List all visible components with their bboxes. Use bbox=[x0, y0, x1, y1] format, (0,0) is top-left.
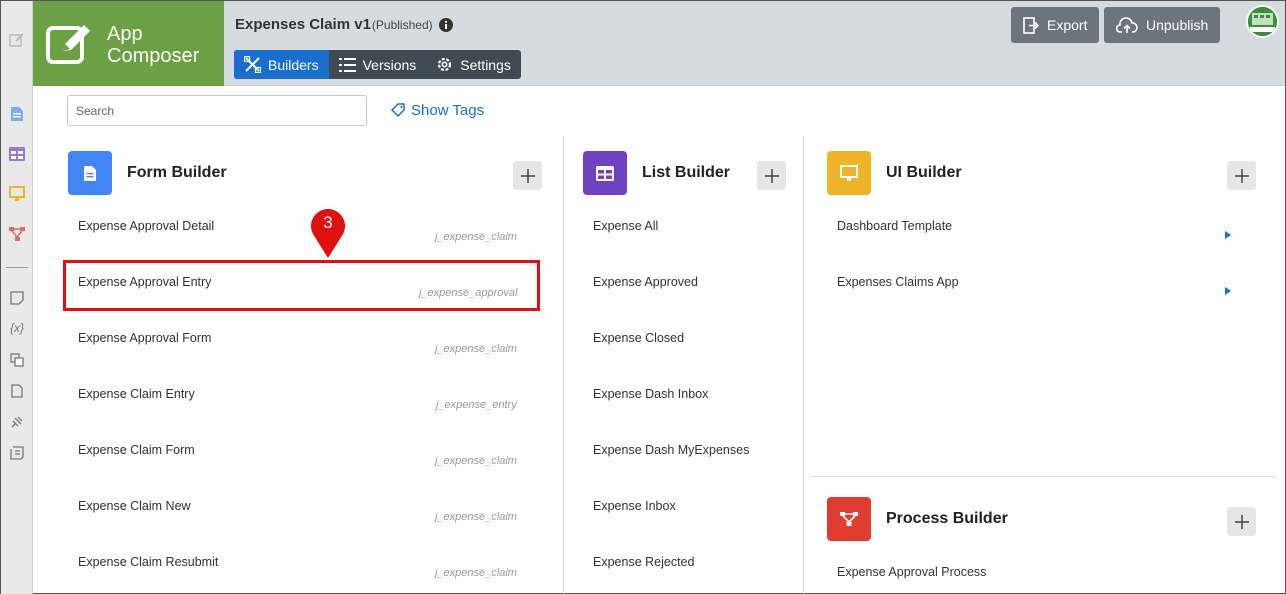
form-item-tag: j_expense_claim bbox=[435, 567, 517, 579]
show-tags-link[interactable]: Show Tags bbox=[391, 102, 484, 119]
info-icon[interactable] bbox=[438, 17, 453, 32]
header: App Composer Expenses Claim v1 (Publishe… bbox=[33, 1, 1285, 86]
report-icon[interactable] bbox=[6, 380, 28, 402]
form-item-tag: j_expense_claim bbox=[435, 511, 517, 523]
export-label: Export bbox=[1047, 17, 1088, 33]
process-builder-icon bbox=[827, 497, 871, 541]
script-icon[interactable] bbox=[6, 442, 28, 464]
list-builder-title: List Builder bbox=[642, 164, 731, 181]
list-item[interactable]: Expense All bbox=[593, 219, 658, 233]
form-item[interactable]: Expense Claim Form bbox=[78, 443, 195, 457]
tab-settings[interactable]: Settings bbox=[426, 50, 521, 79]
brand-line-2: Composer bbox=[107, 45, 200, 67]
list-icon bbox=[338, 57, 356, 72]
list-item[interactable]: Expense Dash MyExpenses bbox=[593, 443, 749, 457]
tab-settings-label: Settings bbox=[460, 56, 511, 73]
app-status: (Published) bbox=[371, 17, 433, 32]
form-item[interactable]: Expense Claim Entry bbox=[78, 387, 195, 401]
form-item[interactable]: Expense Claim New bbox=[78, 499, 191, 513]
play-arrow-icon[interactable] bbox=[1225, 287, 1231, 295]
form-icon[interactable] bbox=[6, 103, 28, 125]
highlight-box bbox=[63, 260, 540, 311]
unpublish-label: Unpublish bbox=[1146, 17, 1209, 33]
form-item-tag: j_expense_entry bbox=[436, 399, 517, 411]
translate-icon[interactable] bbox=[6, 349, 28, 371]
avatar[interactable] bbox=[1246, 5, 1279, 38]
app-composer-logo bbox=[46, 25, 90, 64]
left-rail: {x} bbox=[1, 1, 33, 594]
search-input[interactable] bbox=[67, 95, 367, 126]
plugin-icon[interactable] bbox=[6, 411, 28, 433]
app-title: Expenses Claim v1 bbox=[235, 16, 371, 33]
plus-icon bbox=[764, 168, 779, 183]
unpublish-button[interactable]: Unpublish bbox=[1104, 7, 1221, 43]
form-item-tag: j_expense_claim bbox=[435, 231, 517, 243]
form-item[interactable]: Expense Approval Detail bbox=[78, 219, 214, 233]
variable-icon[interactable]: {x} bbox=[6, 317, 28, 339]
form-builder-title: Form Builder bbox=[127, 164, 227, 181]
list-item[interactable]: Expense Dash Inbox bbox=[593, 387, 708, 401]
note-icon[interactable] bbox=[6, 287, 28, 309]
ui-item[interactable]: Expenses Claims App bbox=[837, 275, 959, 289]
list-item[interactable]: Expense Approved bbox=[593, 275, 698, 289]
process-builder-title: Process Builder bbox=[886, 510, 1008, 527]
list-item[interactable]: Expense Rejected bbox=[593, 555, 694, 569]
cloud-upload-icon bbox=[1116, 16, 1138, 33]
export-button[interactable]: Export bbox=[1011, 7, 1100, 43]
ui-builder-icon bbox=[827, 151, 871, 195]
add-form-button[interactable] bbox=[513, 161, 542, 190]
ui-item[interactable]: Dashboard Template bbox=[837, 219, 952, 233]
ui-icon[interactable] bbox=[6, 183, 28, 205]
form-item-tag: j_expense_claim bbox=[435, 455, 517, 467]
brand-name: App Composer bbox=[107, 23, 199, 67]
play-arrow-icon[interactable] bbox=[1225, 231, 1231, 239]
section-divider bbox=[811, 476, 1276, 477]
edit-icon[interactable] bbox=[6, 29, 28, 51]
plus-icon bbox=[520, 168, 535, 183]
show-tags-label: Show Tags bbox=[411, 102, 485, 119]
add-list-button[interactable] bbox=[757, 161, 786, 190]
add-process-button[interactable] bbox=[1227, 507, 1256, 536]
step-marker-number: 3 bbox=[323, 213, 333, 232]
app-title-row: Expenses Claim v1 (Published) bbox=[235, 16, 453, 33]
list-builder-icon bbox=[583, 151, 627, 195]
process-icon[interactable] bbox=[6, 223, 28, 245]
tab-builders[interactable]: Builders bbox=[234, 50, 329, 79]
plus-icon bbox=[1234, 514, 1249, 529]
list-item[interactable]: Expense Closed bbox=[593, 331, 684, 345]
list-icon[interactable] bbox=[6, 143, 28, 165]
rail-divider bbox=[6, 267, 28, 268]
tag-icon bbox=[391, 103, 405, 118]
tab-versions-label: Versions bbox=[362, 56, 417, 73]
column-divider bbox=[803, 136, 804, 594]
ui-builder-title: UI Builder bbox=[886, 164, 962, 181]
gear-icon bbox=[438, 57, 452, 72]
form-item[interactable]: Expense Claim Resubmit bbox=[78, 555, 218, 569]
tab-versions[interactable]: Versions bbox=[329, 50, 427, 79]
add-ui-button[interactable] bbox=[1227, 161, 1256, 190]
form-item[interactable]: Expense Approval Form bbox=[78, 331, 211, 345]
process-item[interactable]: Expense Approval Process bbox=[837, 565, 986, 579]
brand[interactable]: App Composer bbox=[33, 1, 224, 86]
form-builder-icon bbox=[68, 151, 112, 195]
brand-line-1: App bbox=[107, 23, 143, 45]
export-icon bbox=[1023, 16, 1039, 34]
tools-icon bbox=[244, 56, 261, 73]
form-item-tag: j_expense_claim bbox=[435, 343, 517, 355]
tab-builders-label: Builders bbox=[268, 56, 319, 73]
plus-icon bbox=[1234, 168, 1249, 183]
column-divider bbox=[563, 136, 564, 594]
list-item[interactable]: Expense Inbox bbox=[593, 499, 676, 513]
builder-tabs: Builders Versions Settings bbox=[234, 50, 521, 79]
